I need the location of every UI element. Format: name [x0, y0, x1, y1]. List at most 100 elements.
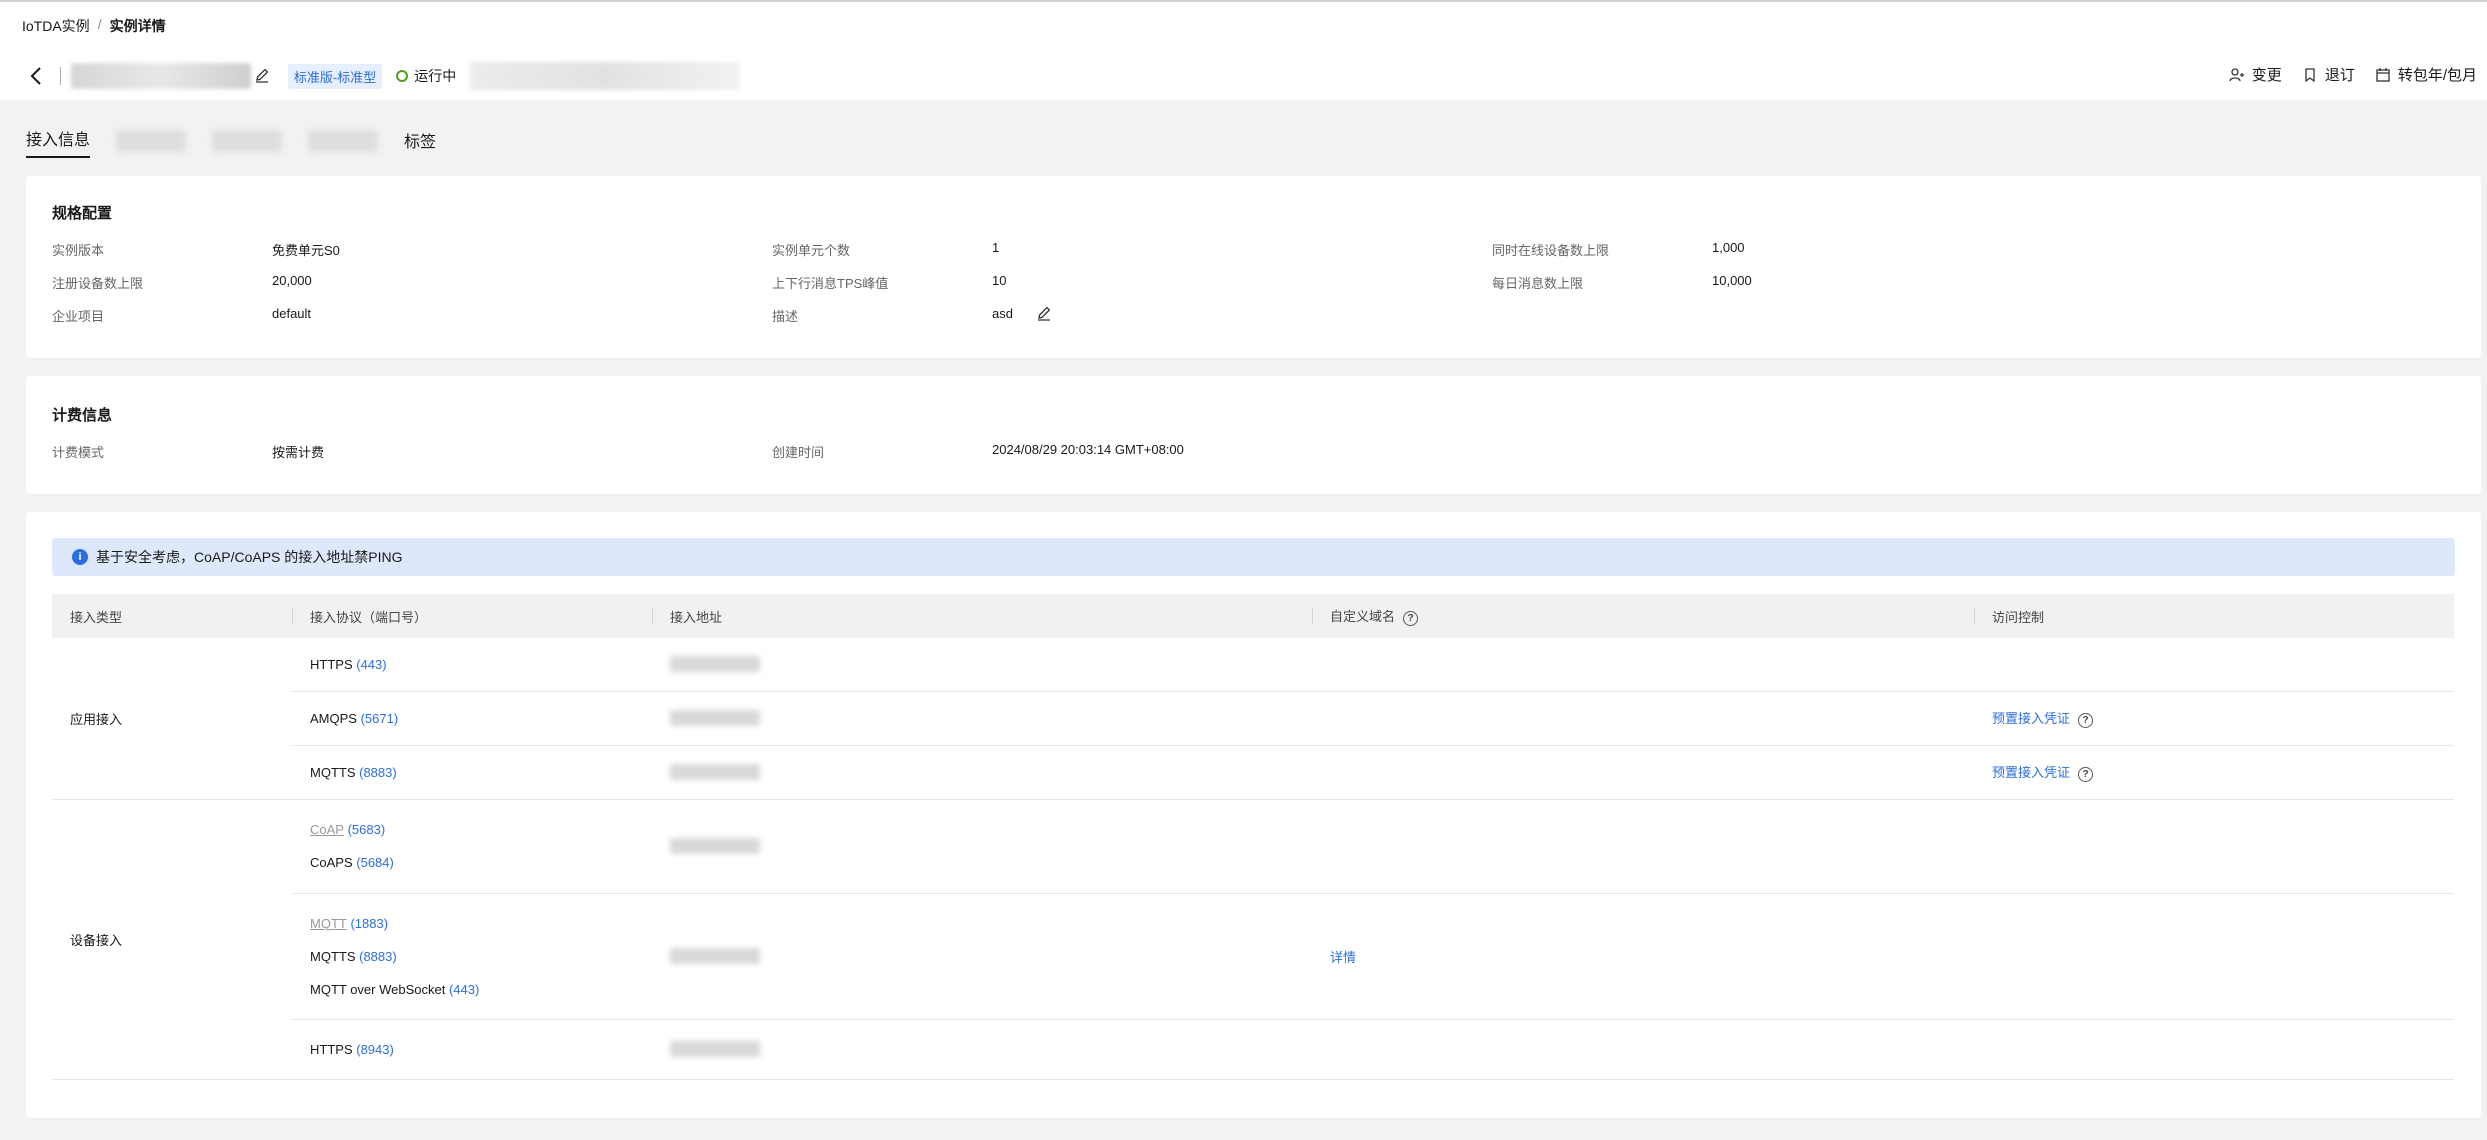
tab-bar: 接入信息 标签	[26, 126, 436, 158]
protocol-cell: HTTPS (8943)	[292, 1019, 652, 1080]
page-header: IoTDA实例 / 实例详情 e 标准版-标准型 运行中 变更 退订	[0, 0, 2487, 100]
header-actions: 变更 退订 转包年/包月	[2229, 64, 2477, 85]
protocol-name: MQTT over WebSocket	[310, 981, 446, 997]
col-type: 接入类型	[52, 594, 292, 638]
spec-value: default	[272, 306, 312, 321]
spec-label: 上下行消息TPS峰值	[772, 276, 889, 291]
title-bar: e 标准版-标准型 运行中	[26, 62, 741, 90]
spec-value: 1	[992, 240, 1000, 255]
address-cell	[652, 1019, 1312, 1080]
instance-id-redacted	[470, 62, 741, 90]
help-icon[interactable]: ?	[2078, 712, 2094, 728]
help-icon[interactable]: ?	[1403, 610, 1419, 626]
security-notice: i 基于安全考虑，CoAP/CoAPS 的接入地址禁PING	[52, 538, 2455, 576]
address-redacted	[670, 764, 760, 780]
access-table: 接入类型 接入协议（端口号） 接入地址 自定义域名? 访问控制 应用接入 HTT…	[52, 594, 2454, 1080]
breadcrumb-parent[interactable]: IoTDA实例	[22, 16, 90, 36]
address-cell	[652, 745, 1312, 800]
spec-label: 实例版本	[52, 243, 105, 258]
address-cell	[652, 638, 1312, 692]
table-row: AMQPS (5671) 预置接入凭证?	[52, 691, 2454, 746]
table-row: MQTT (1883) MQTTS (8883) MQTT over WebSo…	[52, 893, 2454, 1020]
status-running-icon	[396, 70, 409, 82]
back-arrow-icon[interactable]	[26, 64, 46, 88]
protocol-name-disabled: MQTT	[310, 915, 347, 931]
to-yearly-button[interactable]: 转包年/包月	[2375, 64, 2477, 85]
domain-cell	[1312, 1019, 1974, 1080]
acl-cell	[1974, 893, 2454, 1020]
table-row: 应用接入 HTTPS (443)	[52, 638, 2454, 800]
protocol-port: (5671)	[360, 710, 399, 726]
status-text: 运行中	[414, 68, 457, 84]
protocol-name: HTTPS	[310, 1041, 353, 1057]
billing-card: 计费信息 计费模式 按需计费 创建时间 2024/08/29 20:03:14 GM…	[26, 376, 2481, 494]
billing-mode-label: 计费模式	[52, 445, 105, 460]
table-row: HTTPS (8943)	[52, 1019, 2454, 1080]
col-address: 接入地址	[652, 594, 1312, 638]
tab-redacted-1[interactable]	[116, 130, 187, 152]
spec-label: 描述	[772, 309, 799, 324]
notice-text: 基于安全考虑，CoAP/CoAPS 的接入地址禁PING	[96, 549, 403, 565]
tab-tags[interactable]: 标签	[404, 128, 436, 158]
spec-title: 规格配置	[52, 205, 113, 222]
spec-value: 10	[992, 273, 1007, 288]
to-yearly-label: 转包年/包月	[2397, 67, 2477, 84]
col-domain-label: 自定义域名	[1330, 609, 1396, 625]
instance-name-redacted	[71, 63, 251, 89]
spec-value: 免费单元S0	[272, 243, 340, 258]
spec-label: 注册设备数上限	[52, 276, 144, 291]
preset-credential-link[interactable]: 预置接入凭证	[1992, 765, 2070, 780]
acl-cell: 预置接入凭证?	[1974, 691, 2454, 746]
col-protocol: 接入协议（端口号）	[292, 594, 652, 638]
unsubscribe-button[interactable]: 退订	[2302, 64, 2355, 85]
preset-credential-link[interactable]: 预置接入凭证	[1992, 711, 2070, 726]
protocol-cell: CoAP (5683) CoAPS (5684)	[292, 799, 652, 894]
edition-tag: 标准版-标准型	[287, 63, 383, 89]
domain-cell	[1312, 799, 1974, 894]
billing-mode-value: 按需计费	[272, 445, 325, 460]
tab-access-info[interactable]: 接入信息	[26, 126, 91, 158]
table-row: 设备接入 CoAP (5683) CoAPS (5684)	[52, 799, 2454, 1080]
domain-cell: 详情	[1312, 893, 1974, 1020]
edit-description-icon[interactable]	[1036, 305, 1052, 324]
protocol-cell: HTTPS (443)	[292, 638, 652, 692]
spec-label: 每日消息数上限	[1492, 276, 1584, 291]
spec-label: 实例单元个数	[772, 243, 851, 258]
protocol-cell: MQTT (1883) MQTTS (8883) MQTT over WebSo…	[292, 893, 652, 1020]
billing-title: 计费信息	[52, 407, 113, 424]
protocol-name: CoAPS	[310, 855, 353, 870]
tab-redacted-2[interactable]	[212, 130, 283, 152]
details-link[interactable]: 详情	[1330, 950, 1356, 965]
address-redacted	[670, 1041, 760, 1057]
col-acl: 访问控制	[1974, 594, 2454, 638]
breadcrumb-separator: /	[97, 16, 102, 32]
acl-cell	[1974, 799, 2454, 894]
protocol-port: (443)	[356, 656, 387, 672]
protocol-cell: AMQPS (5671)	[292, 691, 652, 746]
help-icon[interactable]: ?	[2078, 766, 2094, 782]
address-redacted	[670, 710, 760, 726]
domain-cell	[1312, 691, 1974, 746]
protocol-name: MQTTS	[310, 764, 356, 780]
address-redacted	[670, 838, 760, 854]
protocol-port: (5684)	[356, 855, 394, 870]
edit-name-icon[interactable]	[254, 67, 272, 85]
protocol-name: MQTTS	[310, 948, 356, 964]
tab-redacted-3[interactable]	[308, 130, 379, 152]
protocol-name: HTTPS	[310, 656, 353, 672]
protocol-name: AMQPS	[310, 710, 357, 726]
title-divider	[60, 67, 61, 85]
access-card: i 基于安全考虑，CoAP/CoAPS 的接入地址禁PING 接入类型 接入协议…	[26, 512, 2481, 1118]
created-time-value: 2024/08/29 20:03:14 GMT+08:00	[992, 442, 1184, 457]
protocol-port: (5683)	[347, 822, 386, 837]
spec-label: 同时在线设备数上限	[1492, 243, 1610, 258]
address-cell	[652, 799, 1312, 894]
protocol-name-disabled: CoAP	[310, 822, 344, 837]
change-button[interactable]: 变更	[2229, 64, 2282, 85]
protocol-port: (1883)	[350, 915, 389, 931]
protocol-port: (443)	[448, 981, 480, 997]
address-redacted	[670, 948, 760, 964]
protocol-cell: MQTTS (8883)	[292, 745, 652, 800]
address-cell	[652, 691, 1312, 746]
spec-label: 企业项目	[52, 309, 105, 324]
